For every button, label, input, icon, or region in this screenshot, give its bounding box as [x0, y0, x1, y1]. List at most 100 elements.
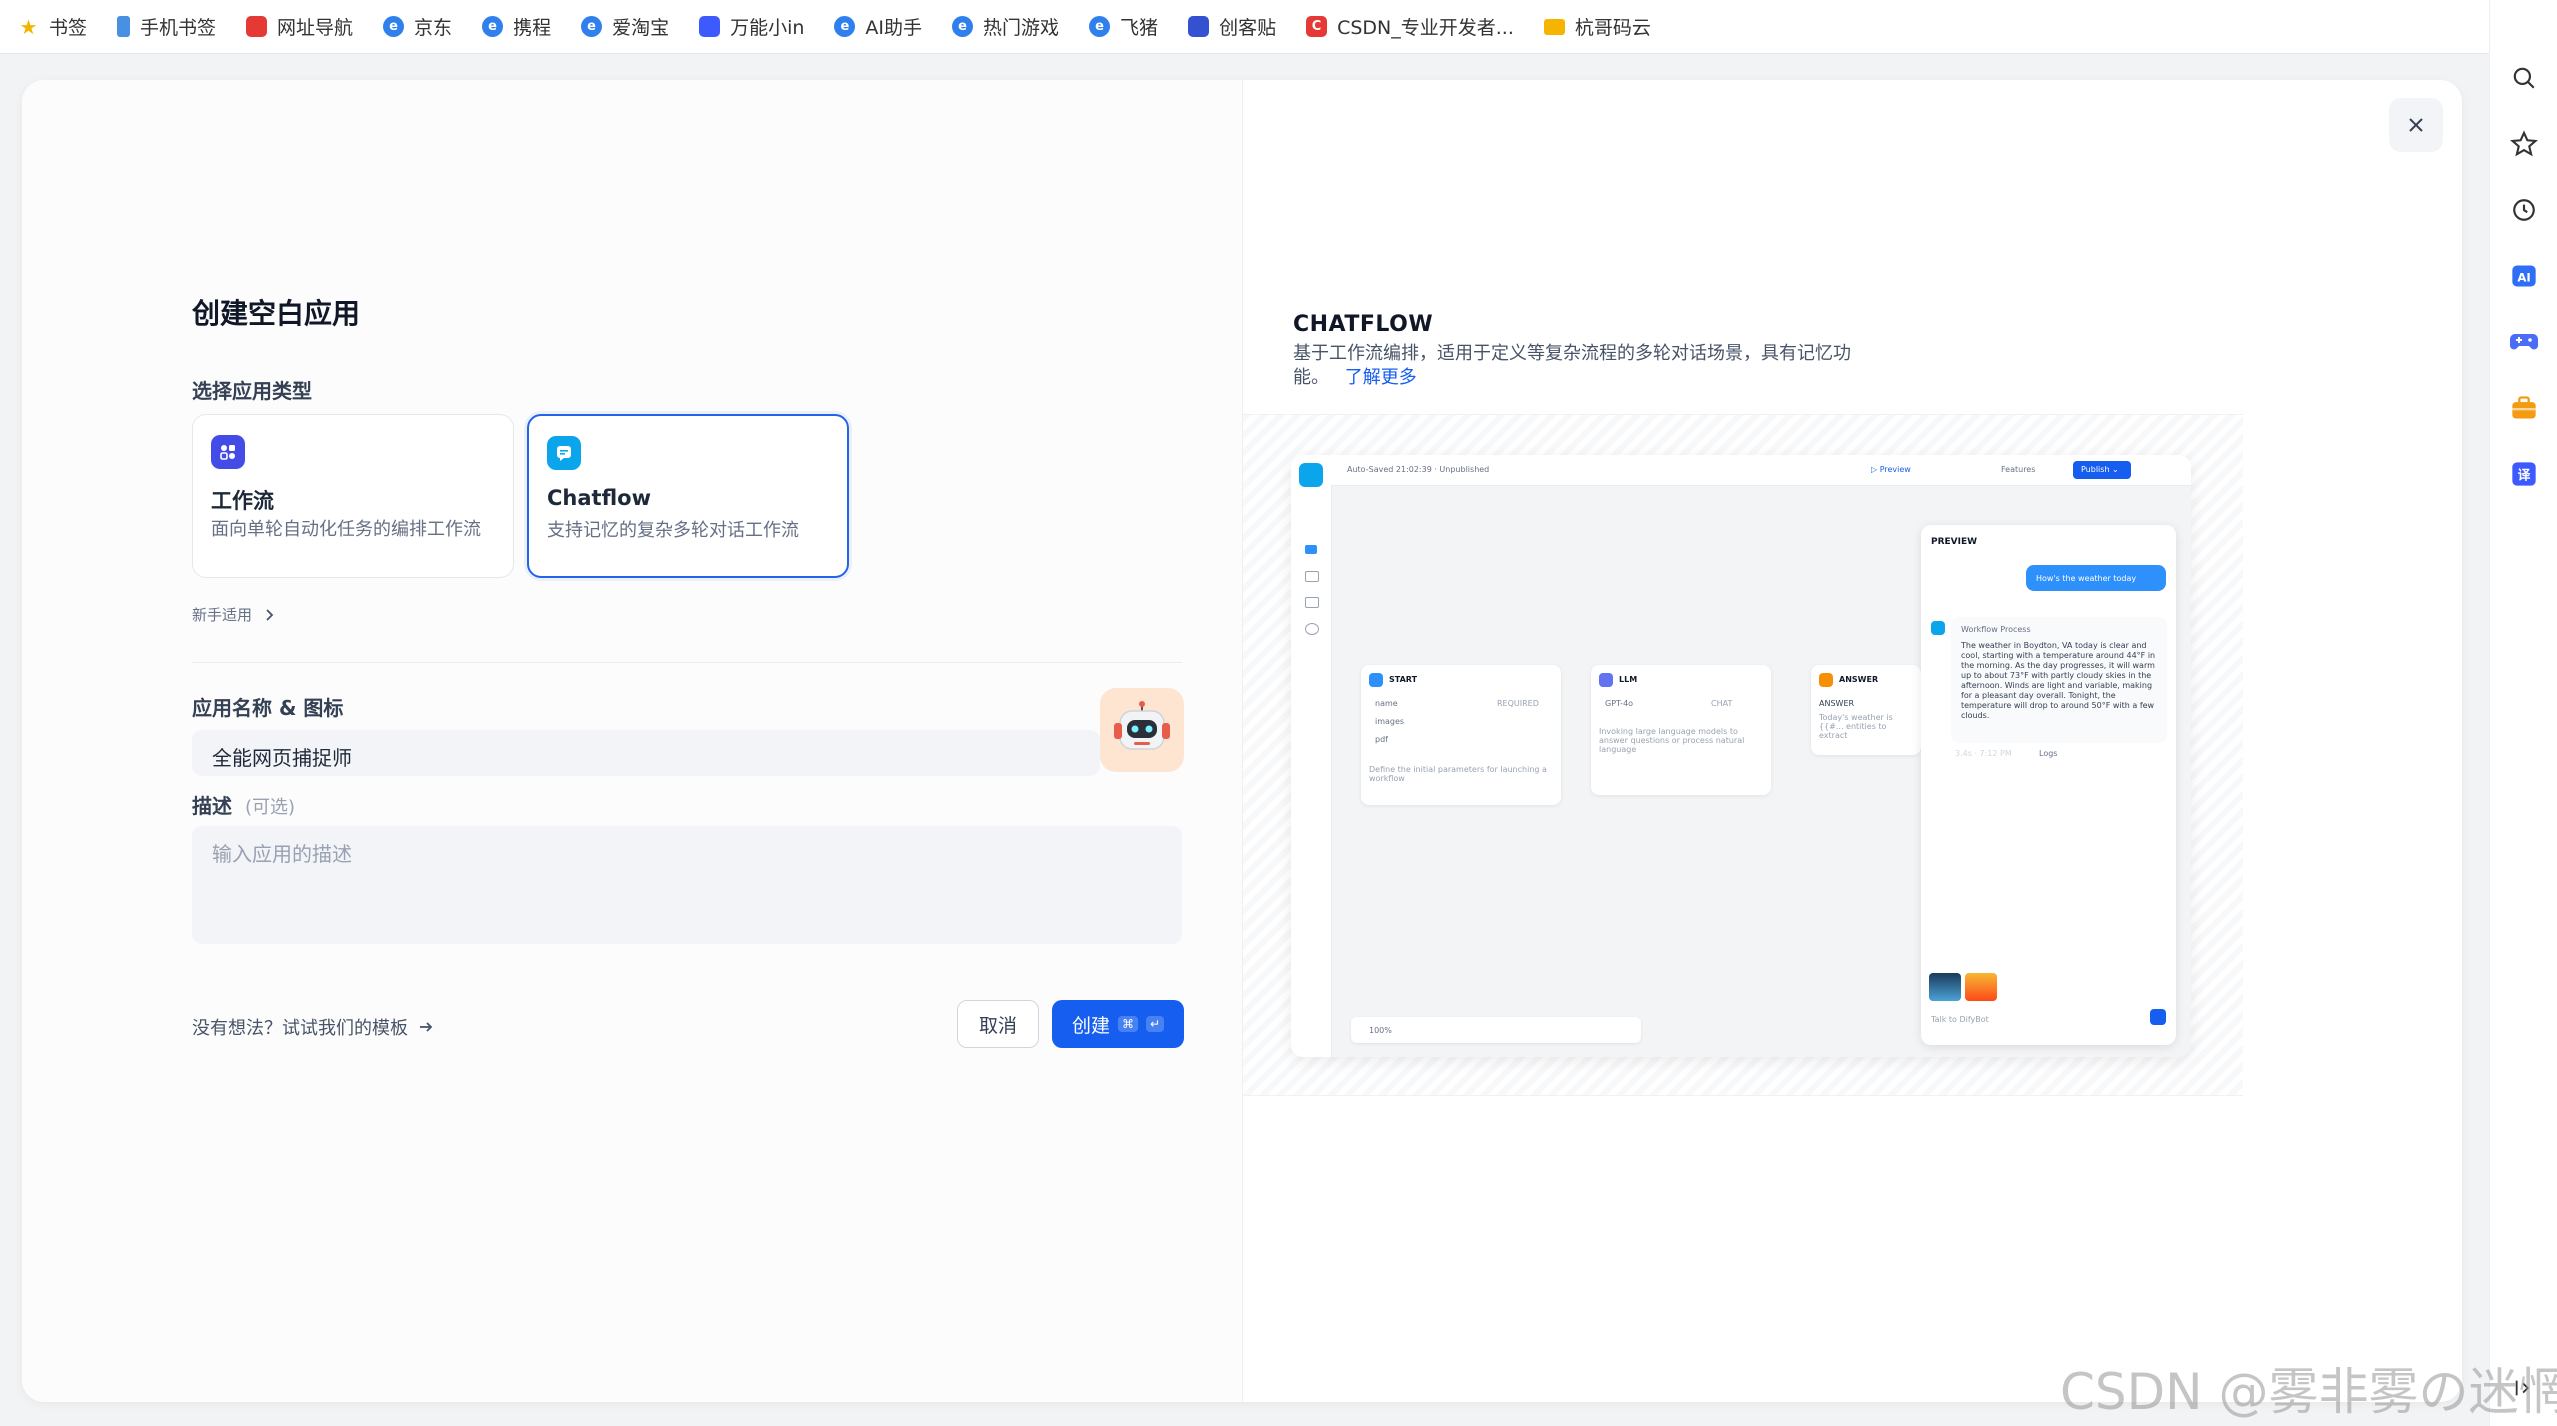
bookmark-label: 书签 [49, 17, 88, 39]
app-name-label: 应用名称 & 图标 [192, 696, 344, 720]
robot-avatar-icon [1114, 701, 1170, 750]
navigation-icon [246, 16, 268, 37]
bookmark-item[interactable]: 手机书签 [117, 13, 216, 40]
browser-icon: e [383, 16, 405, 37]
mock-start-note: Define the initial parameters for launch… [1369, 765, 1547, 783]
create-form-pane: 创建空白应用 选择应用类型 工作流 面向单轮自动化任务的编排工作流 Chatfl… [22, 80, 1242, 1402]
mock-start-field: name [1375, 699, 1398, 708]
app-name-input[interactable]: 全能网页捕捉师 [192, 730, 1100, 776]
info-title: CHATFLOW [1293, 312, 1434, 337]
mock-send-button [2150, 1009, 2166, 1025]
ai-assistant-icon[interactable]: AI [2508, 260, 2539, 291]
watermark: CSDN @雾非雾の迷惘 [2060, 1363, 2557, 1421]
mock-answer-title: ANSWER [1839, 675, 1879, 684]
close-button[interactable] [2389, 98, 2443, 152]
mock-zoom-toolbar: 100% [1351, 1017, 1641, 1043]
type-name: Chatflow [547, 486, 651, 510]
bookmark-item[interactable]: e 飞猪 [1089, 13, 1158, 40]
mock-llm-note: Invoking large language models to answer… [1599, 727, 1745, 754]
browser-icon: e [581, 16, 603, 37]
game-controller-icon[interactable] [2508, 326, 2539, 357]
cancel-button[interactable]: 取消 [957, 1000, 1039, 1048]
description-textarea[interactable]: 输入应用的描述 [192, 826, 1182, 944]
svg-text:AI: AI [2517, 270, 2530, 284]
bookmark-label: 创客贴 [1219, 17, 1277, 39]
description-placeholder: 输入应用的描述 [212, 842, 352, 866]
mock-start-node: START name REQUIRED images pdf Define th… [1361, 665, 1561, 805]
mock-llm-title: LLM [1619, 675, 1638, 684]
folder-icon [1543, 18, 1565, 35]
translate-icon[interactable]: 译 [2508, 458, 2539, 489]
bookmark-item[interactable]: 杭哥码云 [1543, 13, 1651, 40]
bookmark-item[interactable]: C CSDN_专业开发者... [1306, 13, 1514, 40]
mock-answer-node: ANSWER ANSWER Today's weather is {{#... … [1811, 665, 1921, 755]
bookmark-label: AI助手 [865, 17, 923, 39]
mock-nav-icon [1305, 597, 1319, 608]
learn-more-link[interactable]: 了解更多 [1345, 367, 1417, 388]
type-card-chatflow[interactable]: Chatflow 支持记忆的复杂多轮对话工作流 [527, 414, 849, 578]
app-name-value: 全能网页捕捉师 [212, 746, 352, 770]
mock-bot-bubble: Workflow Process The weather in Boydton,… [1951, 617, 2167, 743]
bookmark-label: 热门游戏 [983, 17, 1060, 39]
history-clock-icon[interactable] [2508, 194, 2539, 225]
browser-icon: e [952, 16, 974, 37]
bookmark-item[interactable]: 网址导航 [246, 13, 353, 40]
bookmark-item[interactable]: 创客贴 [1188, 13, 1276, 40]
type-card-workflow[interactable]: 工作流 面向单轮自动化任务的编排工作流 [192, 414, 514, 578]
mock-start-field: images [1375, 717, 1405, 726]
create-button[interactable]: 创建 ⌘ ↵ [1052, 1000, 1184, 1048]
shield-icon [1188, 16, 1210, 37]
mock-preview-panel: PREVIEW How's the weather today Workflow… [1921, 525, 2176, 1045]
mock-llm-badge: CHAT [1711, 699, 1733, 708]
app-type-info-pane: CHATFLOW 基于工作流编排，适用于定义等复杂流程的多轮对话场景，具有记忆功… [1242, 80, 2462, 1402]
bookmark-item[interactable]: e 携程 [482, 13, 551, 40]
search-icon[interactable] [2508, 62, 2539, 93]
bookmark-label: 京东 [414, 17, 453, 39]
chatflow-icon [547, 436, 581, 470]
type-name: 工作流 [211, 489, 274, 513]
cmd-key-hint: ⌘ [1117, 1016, 1138, 1032]
bookmark-item[interactable]: e 热门游戏 [952, 13, 1059, 40]
app-icon-picker[interactable] [1100, 688, 1184, 772]
bookmark-item[interactable]: ★ 书签 [18, 13, 87, 40]
toolbox-icon[interactable] [2508, 392, 2539, 423]
bookmark-item[interactable]: 万能小in [699, 13, 804, 40]
bookmark-label: 杭哥码云 [1574, 17, 1651, 39]
bookmark-item[interactable]: e AI助手 [834, 13, 922, 40]
template-link-text: 没有想法？试试我们的模板 [192, 1018, 408, 1039]
svg-text:译: 译 [2517, 468, 2530, 483]
description-label-text: 描述 [192, 794, 232, 818]
browser-side-toolbar: AI 译 [2489, 0, 2557, 1426]
mock-top-bar: Auto-Saved 21:02:39 · Unpublished ▷ Prev… [1331, 455, 2191, 486]
optional-hint: (可选) [244, 797, 296, 818]
star-icon: ★ [19, 14, 38, 39]
mock-answer-label: ANSWER [1819, 699, 1855, 708]
mock-start-title: START [1389, 675, 1418, 684]
bookmark-label: 手机书签 [140, 17, 217, 39]
mock-image-thumb [1965, 973, 1997, 1001]
bookmark-label: 网址导航 [277, 17, 354, 39]
bookmark-item[interactable]: e 爱淘宝 [581, 13, 669, 40]
mock-nav-icon [1305, 545, 1317, 554]
mock-time: 3.4s · 7:12 PM [1955, 749, 2012, 758]
mock-features: Features [2001, 465, 2036, 474]
bookmark-label: 爱淘宝 [612, 17, 670, 39]
template-link[interactable]: 没有想法？试试我们的模板 [192, 1014, 434, 1040]
section-divider [192, 662, 1182, 663]
mock-start-badge: REQUIRED [1497, 699, 1539, 708]
dialog-title: 创建空白应用 [192, 297, 361, 330]
mock-sidebar [1291, 455, 1332, 1057]
enter-key-hint: ↵ [1145, 1016, 1165, 1032]
mock-llm-node: LLM GPT-4o CHAT Invoking large language … [1591, 665, 1771, 795]
browser-icon: e [482, 16, 504, 37]
mock-nav-icon [1305, 571, 1319, 582]
robot-icon [699, 16, 721, 37]
preview-mock-canvas: Auto-Saved 21:02:39 · Unpublished ▷ Prev… [1291, 455, 2191, 1057]
mock-zoom: 100% [1369, 1026, 1392, 1035]
bookmark-label: CSDN_专业开发者... [1337, 17, 1514, 39]
beginner-toggle[interactable]: 新手适用 [192, 604, 276, 625]
favorite-star-icon[interactable] [2508, 128, 2539, 159]
create-app-dialog: 创建空白应用 选择应用类型 工作流 面向单轮自动化任务的编排工作流 Chatfl… [22, 80, 2462, 1402]
bookmark-item[interactable]: e 京东 [383, 13, 452, 40]
workflow-icon [211, 435, 245, 469]
